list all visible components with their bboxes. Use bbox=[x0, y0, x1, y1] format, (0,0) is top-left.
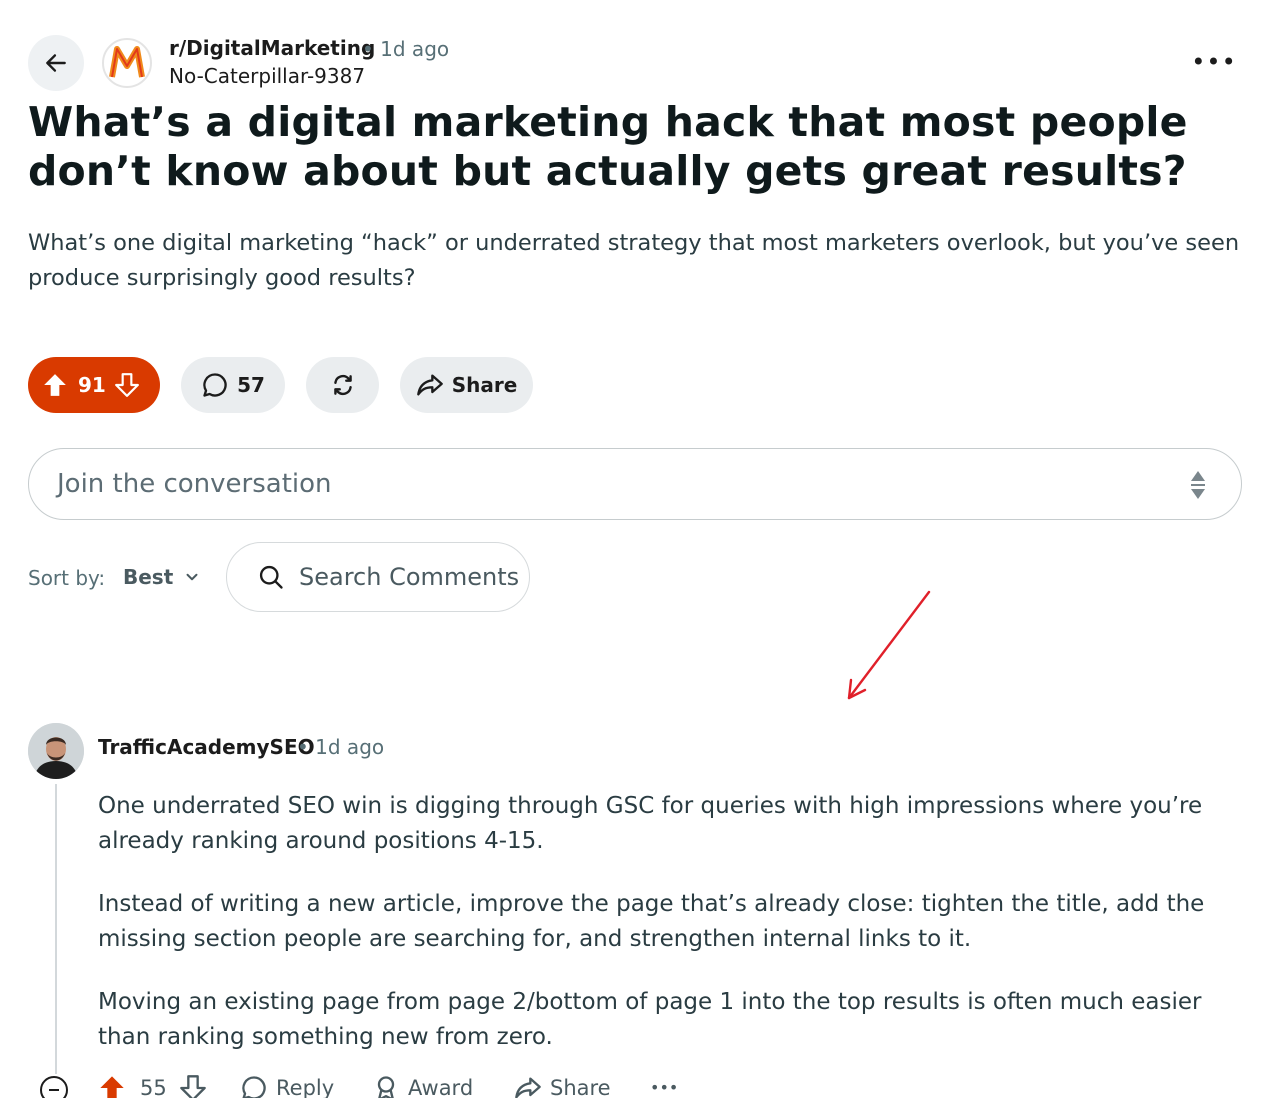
comment-author[interactable]: TrafficAcademySEO bbox=[98, 735, 315, 759]
sort-dropdown[interactable]: Best bbox=[123, 565, 201, 589]
downvote-icon[interactable] bbox=[179, 1074, 207, 1098]
post-timestamp: • 1d ago bbox=[362, 37, 450, 61]
commenter-avatar[interactable] bbox=[28, 723, 84, 779]
reply-button[interactable]: Reply bbox=[240, 1074, 334, 1098]
subreddit-name[interactable]: r/DigitalMarketing bbox=[169, 36, 375, 60]
post-title: What’s a digital marketing hack that mos… bbox=[28, 98, 1188, 195]
comment-count: 57 bbox=[237, 373, 265, 397]
post-vote-count: 91 bbox=[78, 373, 106, 397]
more-options-button[interactable]: ••• bbox=[1191, 44, 1236, 80]
post-author[interactable]: No-Caterpillar-9387 bbox=[169, 64, 365, 88]
post-body: What’s one digital marketing “hack” or u… bbox=[28, 230, 1240, 291]
collapse-thread-button[interactable] bbox=[40, 1076, 68, 1098]
comment-paragraph: One underrated SEO win is digging throug… bbox=[98, 793, 1203, 854]
comments-button[interactable]: 57 bbox=[181, 357, 285, 413]
comment-bubble-icon bbox=[242, 1076, 266, 1098]
award-label: Award bbox=[408, 1076, 474, 1098]
sort-value: Best bbox=[123, 565, 174, 589]
repost-icon bbox=[333, 374, 352, 396]
sort-label: Sort by: bbox=[28, 566, 106, 590]
vote-pill: 91 bbox=[28, 357, 160, 413]
share-arrow-icon bbox=[515, 1077, 541, 1098]
downvote-icon[interactable] bbox=[114, 372, 140, 398]
back-button[interactable] bbox=[28, 35, 84, 91]
reply-label: Reply bbox=[276, 1076, 335, 1098]
crosspost-button[interactable] bbox=[306, 357, 379, 413]
thread-line[interactable] bbox=[55, 784, 57, 1074]
comment-more-label: ••• bbox=[650, 1078, 679, 1097]
join-conversation-placeholder: Join the conversation bbox=[57, 469, 332, 499]
upvote-icon[interactable] bbox=[42, 372, 68, 398]
subreddit-logo-icon bbox=[105, 41, 149, 85]
award-button[interactable]: Award bbox=[372, 1074, 473, 1098]
comment-paragraph: Instead of writing a new article, improv… bbox=[98, 891, 1205, 952]
upvote-icon[interactable] bbox=[98, 1074, 126, 1098]
search-comments-input[interactable]: Search Comments bbox=[226, 542, 530, 612]
comment-bubble-icon bbox=[203, 373, 227, 397]
search-comments-placeholder: Search Comments bbox=[299, 563, 520, 591]
comment-timestamp: • 1d ago bbox=[297, 735, 385, 759]
expand-arrows-icon bbox=[1191, 471, 1205, 499]
arrow-left-icon bbox=[46, 54, 66, 72]
share-arrow-icon bbox=[416, 374, 443, 396]
comment-vote-count: 55 bbox=[140, 1076, 167, 1098]
comment-share-button[interactable]: Share bbox=[514, 1074, 611, 1098]
comment-more-button[interactable]: ••• bbox=[650, 1078, 678, 1097]
comment-paragraph: Moving an existing page from page 2/bott… bbox=[98, 989, 1202, 1050]
annotation-arrow-icon bbox=[847, 590, 931, 700]
subreddit-avatar[interactable] bbox=[102, 38, 152, 88]
chevron-down-icon bbox=[186, 573, 198, 581]
share-button[interactable]: Share bbox=[400, 357, 533, 413]
search-icon bbox=[259, 565, 283, 589]
comment-vote-group: 55 bbox=[98, 1074, 207, 1098]
minus-icon bbox=[49, 1089, 59, 1091]
join-conversation-input[interactable]: Join the conversation bbox=[28, 448, 1242, 520]
award-icon bbox=[377, 1076, 395, 1098]
user-avatar-icon bbox=[28, 723, 84, 779]
comment-share-label: Share bbox=[550, 1076, 611, 1098]
share-label: Share bbox=[451, 373, 518, 397]
